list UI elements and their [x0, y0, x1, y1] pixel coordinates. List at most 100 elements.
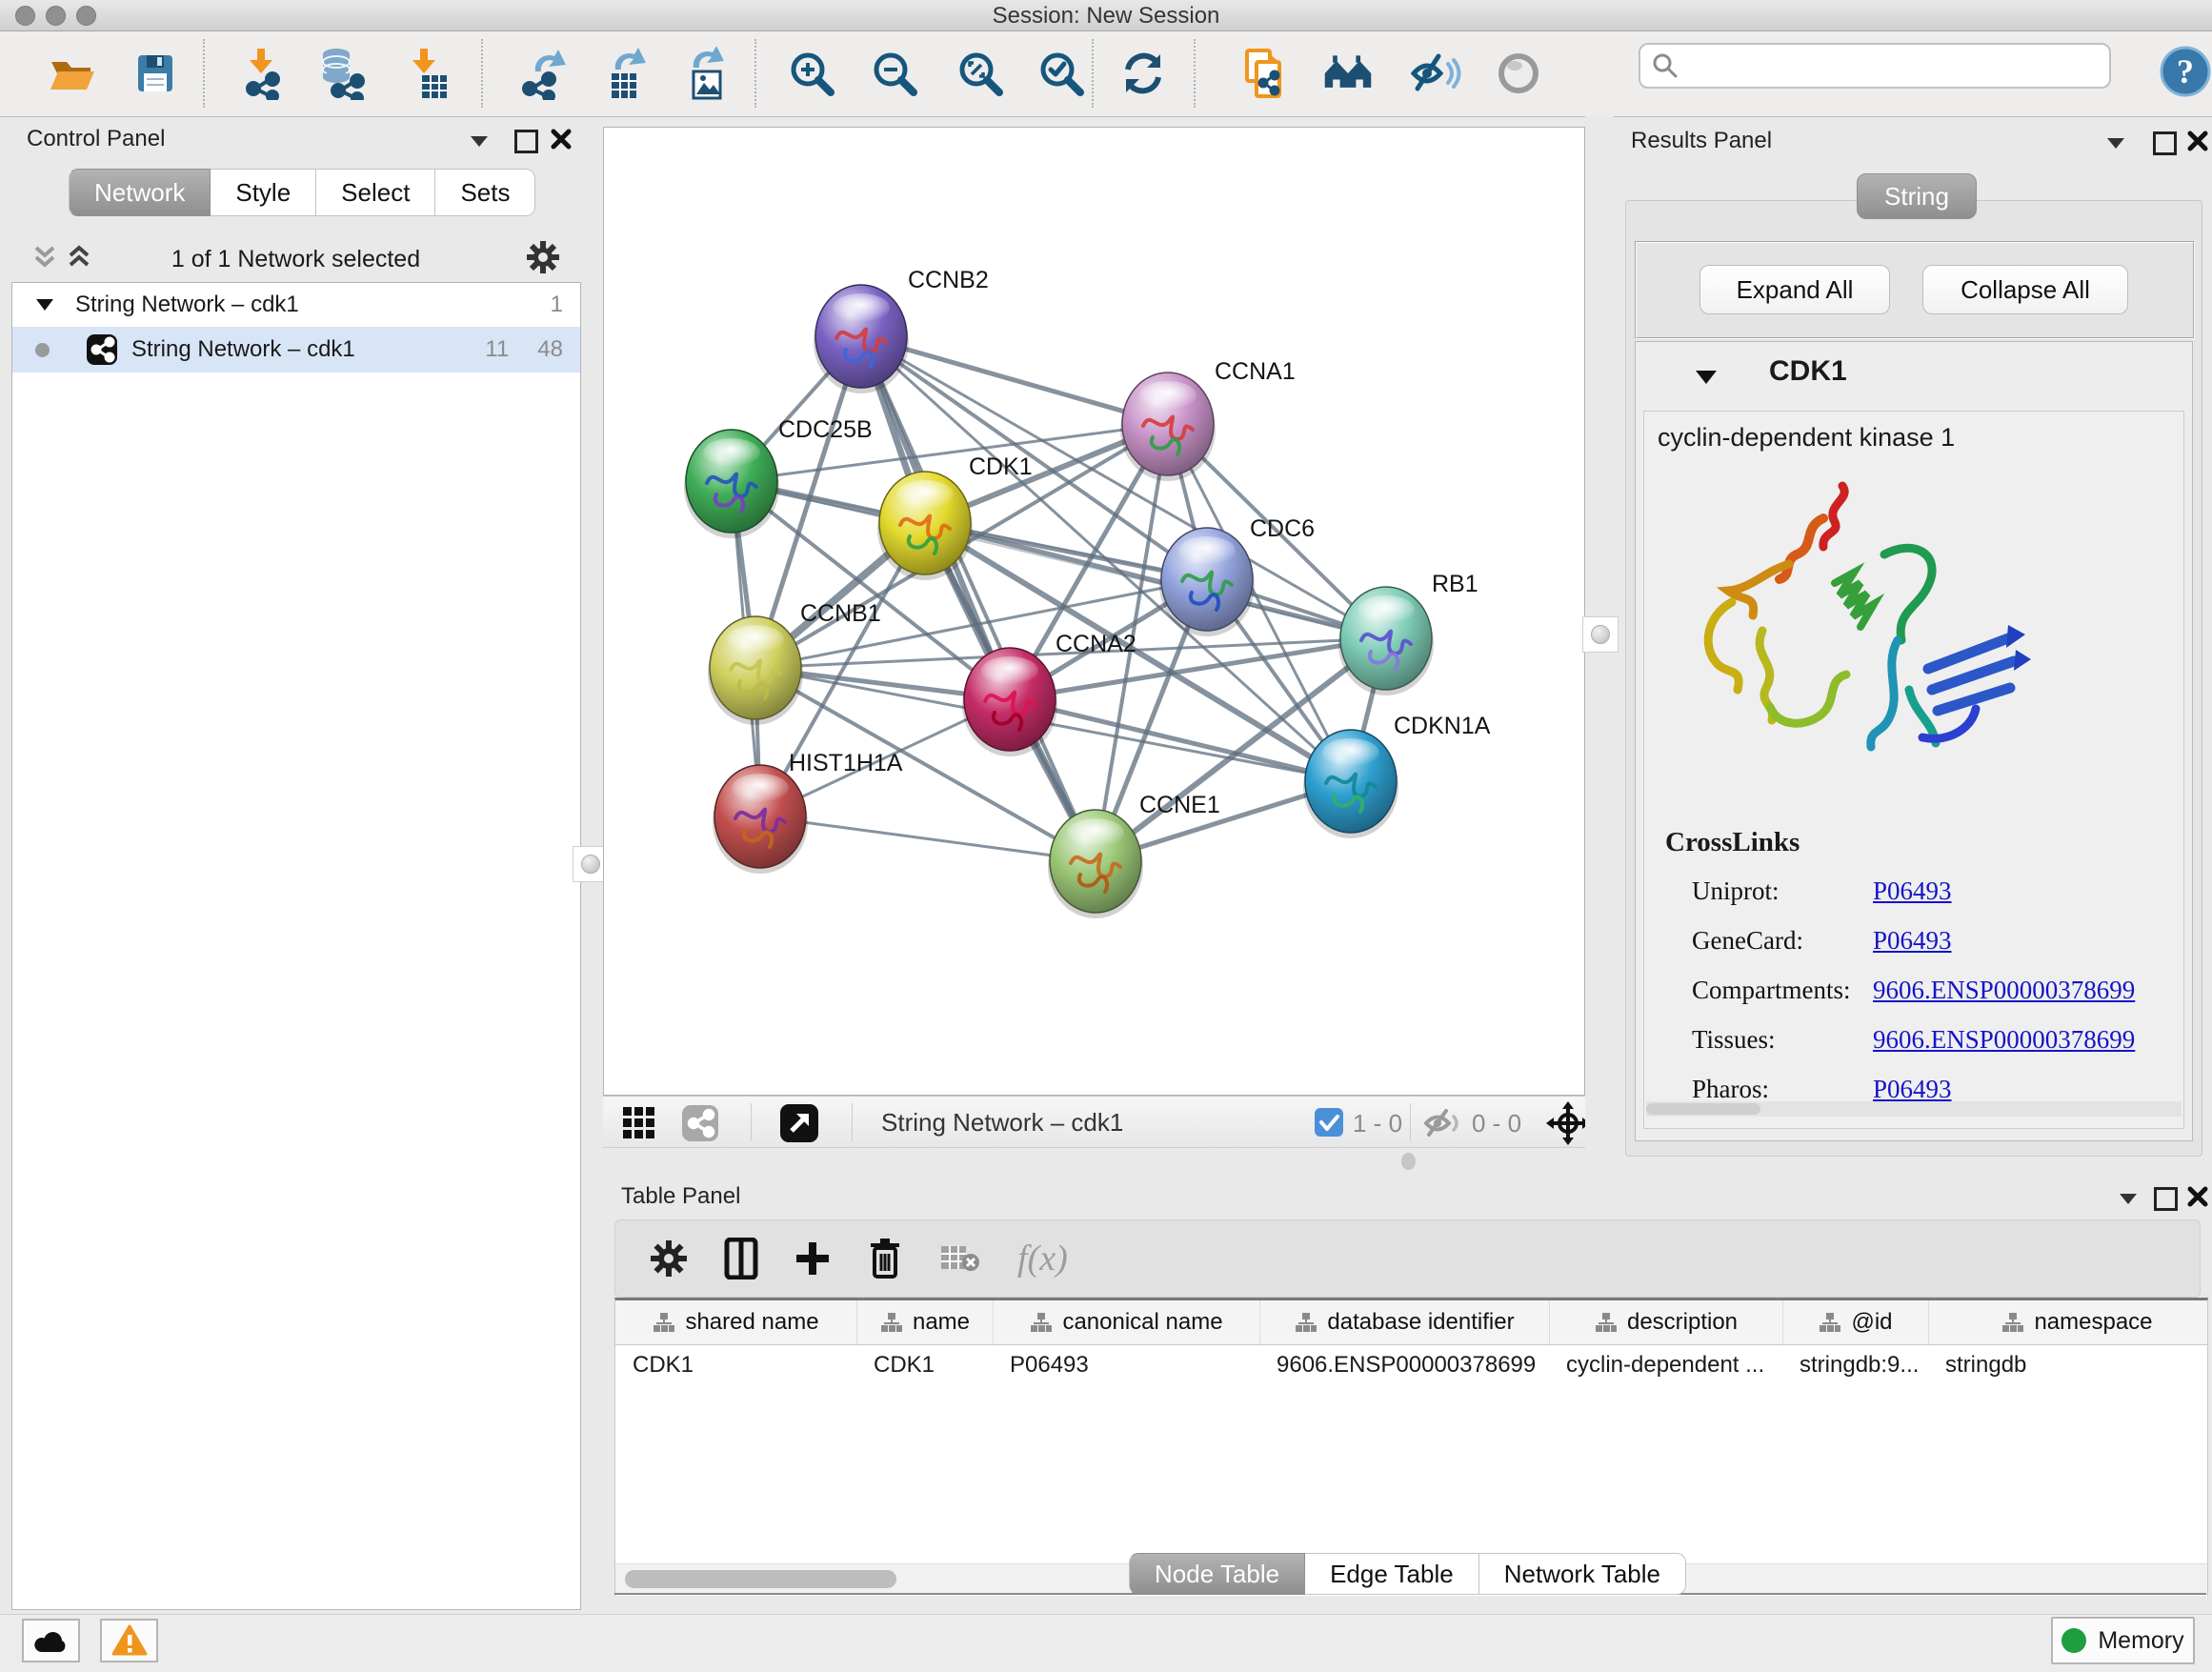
network-view-icon[interactable]: [681, 1104, 719, 1142]
refresh-button[interactable]: [1116, 45, 1170, 102]
collection-expand-icon[interactable]: [35, 297, 54, 312]
network-view-title: String Network – cdk1: [881, 1108, 1123, 1138]
network-list: String Network – cdk1 1 String Network –…: [11, 282, 581, 1610]
table-panel-float-icon[interactable]: [2154, 1187, 2178, 1211]
clone-network-button[interactable]: [1237, 45, 1291, 102]
crosslink-value-link[interactable]: 9606.ENSP00000378699: [1873, 1025, 2135, 1055]
network-node-RB1[interactable]: RB1: [1338, 571, 1478, 695]
network-name: String Network – cdk1: [131, 336, 355, 363]
function-builder-icon[interactable]: f(x): [1017, 1238, 1068, 1279]
column-header-shared-name[interactable]: shared name: [615, 1300, 856, 1344]
column-header-@id[interactable]: @id: [1782, 1300, 1928, 1344]
selected-checkbox[interactable]: [1315, 1108, 1343, 1137]
gene-details-hscrollbar[interactable]: [1646, 1101, 2182, 1117]
help-button[interactable]: ?: [2159, 45, 2212, 103]
table-row[interactable]: CDK1CDK1P064939606.ENSP00000378699cyclin…: [615, 1345, 2207, 1385]
control-tab-select[interactable]: Select: [316, 169, 435, 216]
export-network-button[interactable]: [516, 45, 570, 102]
table-cell[interactable]: stringdb:9...: [1782, 1345, 1928, 1385]
expand-collapse-bar: Expand All Collapse All: [1635, 241, 2195, 339]
open-in-window-icon[interactable]: [779, 1103, 819, 1143]
memory-button[interactable]: Memory: [2051, 1617, 2195, 1664]
column-header-database-identifier[interactable]: database identifier: [1259, 1300, 1549, 1344]
import-table-button[interactable]: [399, 45, 452, 102]
cloud-button[interactable]: [22, 1619, 80, 1662]
column-header-name[interactable]: name: [856, 1300, 993, 1344]
column-header-description[interactable]: description: [1549, 1300, 1782, 1344]
hide-selected-button[interactable]: [1408, 45, 1461, 102]
control-panel-float-icon[interactable]: [514, 130, 538, 153]
import-network-button[interactable]: [236, 45, 290, 102]
table-cell[interactable]: P06493: [993, 1345, 1259, 1385]
delete-table-icon[interactable]: [939, 1242, 981, 1275]
network-view-canvas[interactable]: CCNB2CCNA1CDC25BCDK1CDC6RB1CCNB1CCNA2CDK…: [603, 127, 1585, 1096]
eye-sphere-icon: [1494, 49, 1543, 98]
table-cell[interactable]: 9606.ENSP00000378699: [1259, 1345, 1549, 1385]
table-panel-menu-icon[interactable]: [2118, 1191, 2139, 1206]
expand-all-button[interactable]: Expand All: [1699, 265, 1890, 314]
table-panel-close-icon[interactable]: [2187, 1186, 2208, 1207]
import-network-icon: [238, 47, 288, 100]
save-session-button[interactable]: [129, 45, 182, 102]
table-cell[interactable]: CDK1: [856, 1345, 993, 1385]
column-header-canonical-name[interactable]: canonical name: [993, 1300, 1259, 1344]
show-all-button[interactable]: [1492, 45, 1545, 102]
global-search-field[interactable]: [1639, 43, 2111, 89]
zoom-fit-button[interactable]: [954, 45, 1007, 102]
results-panel-close-icon[interactable]: [2187, 131, 2208, 151]
network-row-selected[interactable]: String Network – cdk1 11 48: [12, 327, 580, 373]
table-hscrollbar-thumb[interactable]: [625, 1570, 896, 1588]
network-collection-row[interactable]: String Network – cdk1 1: [12, 283, 580, 327]
results-panel-menu-icon[interactable]: [2105, 135, 2126, 151]
control-panel-close-icon[interactable]: [551, 129, 572, 150]
warnings-button[interactable]: [100, 1619, 158, 1662]
table-tab-network-table[interactable]: Network Table: [1479, 1553, 1686, 1595]
zoom-out-button[interactable]: [868, 45, 921, 102]
network-options-gear-icon[interactable]: [526, 240, 560, 274]
table-settings-gear-icon[interactable]: [650, 1239, 688, 1278]
zoom-in-button[interactable]: [785, 45, 838, 102]
splitter-grip-dot[interactable]: [1401, 1153, 1416, 1170]
network-node-CDC6[interactable]: CDC6: [1159, 515, 1315, 636]
control-panel-menu-icon[interactable]: [469, 133, 490, 149]
crosslink-row: Pharos:P06493: [1692, 1075, 2168, 1104]
zoom-selected-button[interactable]: [1035, 45, 1088, 102]
crosslink-value-link[interactable]: P06493: [1873, 926, 1952, 956]
column-header-namespace[interactable]: namespace: [1928, 1300, 2208, 1344]
collapse-all-button[interactable]: Collapse All: [1922, 265, 2128, 314]
table-cell[interactable]: stringdb: [1928, 1345, 2208, 1385]
results-tab-string[interactable]: String: [1857, 173, 1977, 219]
network-edge[interactable]: [861, 336, 1096, 861]
grid-view-icon[interactable]: [622, 1106, 656, 1140]
import-network-from-database-button[interactable]: [315, 45, 369, 102]
table-tab-edge-table[interactable]: Edge Table: [1305, 1553, 1479, 1595]
control-tab-style[interactable]: Style: [211, 169, 316, 216]
crosslink-value-link[interactable]: P06493: [1873, 1075, 1952, 1104]
export-table-button[interactable]: [600, 45, 654, 102]
control-tab-network[interactable]: Network: [69, 169, 211, 216]
delete-column-icon[interactable]: [867, 1238, 903, 1279]
gene-section-collapse-icon[interactable]: [1695, 369, 1718, 386]
control-tab-sets[interactable]: Sets: [435, 169, 535, 216]
birds-eye-crosshair-icon[interactable]: [1546, 1101, 1590, 1145]
table-tab-node-table[interactable]: Node Table: [1129, 1553, 1305, 1595]
toolbar-separator: [203, 39, 205, 108]
crosslink-value-link[interactable]: P06493: [1873, 876, 1952, 906]
network-node-HIST1H1A[interactable]: HIST1H1A: [713, 750, 903, 874]
gene-symbol: CDK1: [1769, 355, 1847, 388]
crosslink-value-link[interactable]: 9606.ENSP00000378699: [1873, 976, 2135, 1005]
results-panel-float-icon[interactable]: [2153, 131, 2177, 155]
first-neighbors-button[interactable]: [1321, 45, 1375, 102]
node-label-RB1: RB1: [1432, 571, 1478, 597]
add-column-icon[interactable]: [794, 1240, 831, 1277]
table-cell[interactable]: cyclin-dependent ...: [1549, 1345, 1782, 1385]
open-file-button[interactable]: [46, 45, 99, 102]
string-network-graph[interactable]: CCNB2CCNA1CDC25BCDK1CDC6RB1CCNB1CCNA2CDK…: [604, 128, 1584, 1095]
crosslink-label: Compartments:: [1692, 976, 1873, 1005]
show-columns-icon[interactable]: [724, 1238, 758, 1279]
network-edge-count: 48: [537, 336, 563, 363]
network-node-CDKN1A[interactable]: CDKN1A: [1303, 713, 1491, 838]
export-image-button[interactable]: [678, 45, 732, 102]
network-edge[interactable]: [760, 816, 1096, 861]
table-cell[interactable]: CDK1: [615, 1345, 856, 1385]
